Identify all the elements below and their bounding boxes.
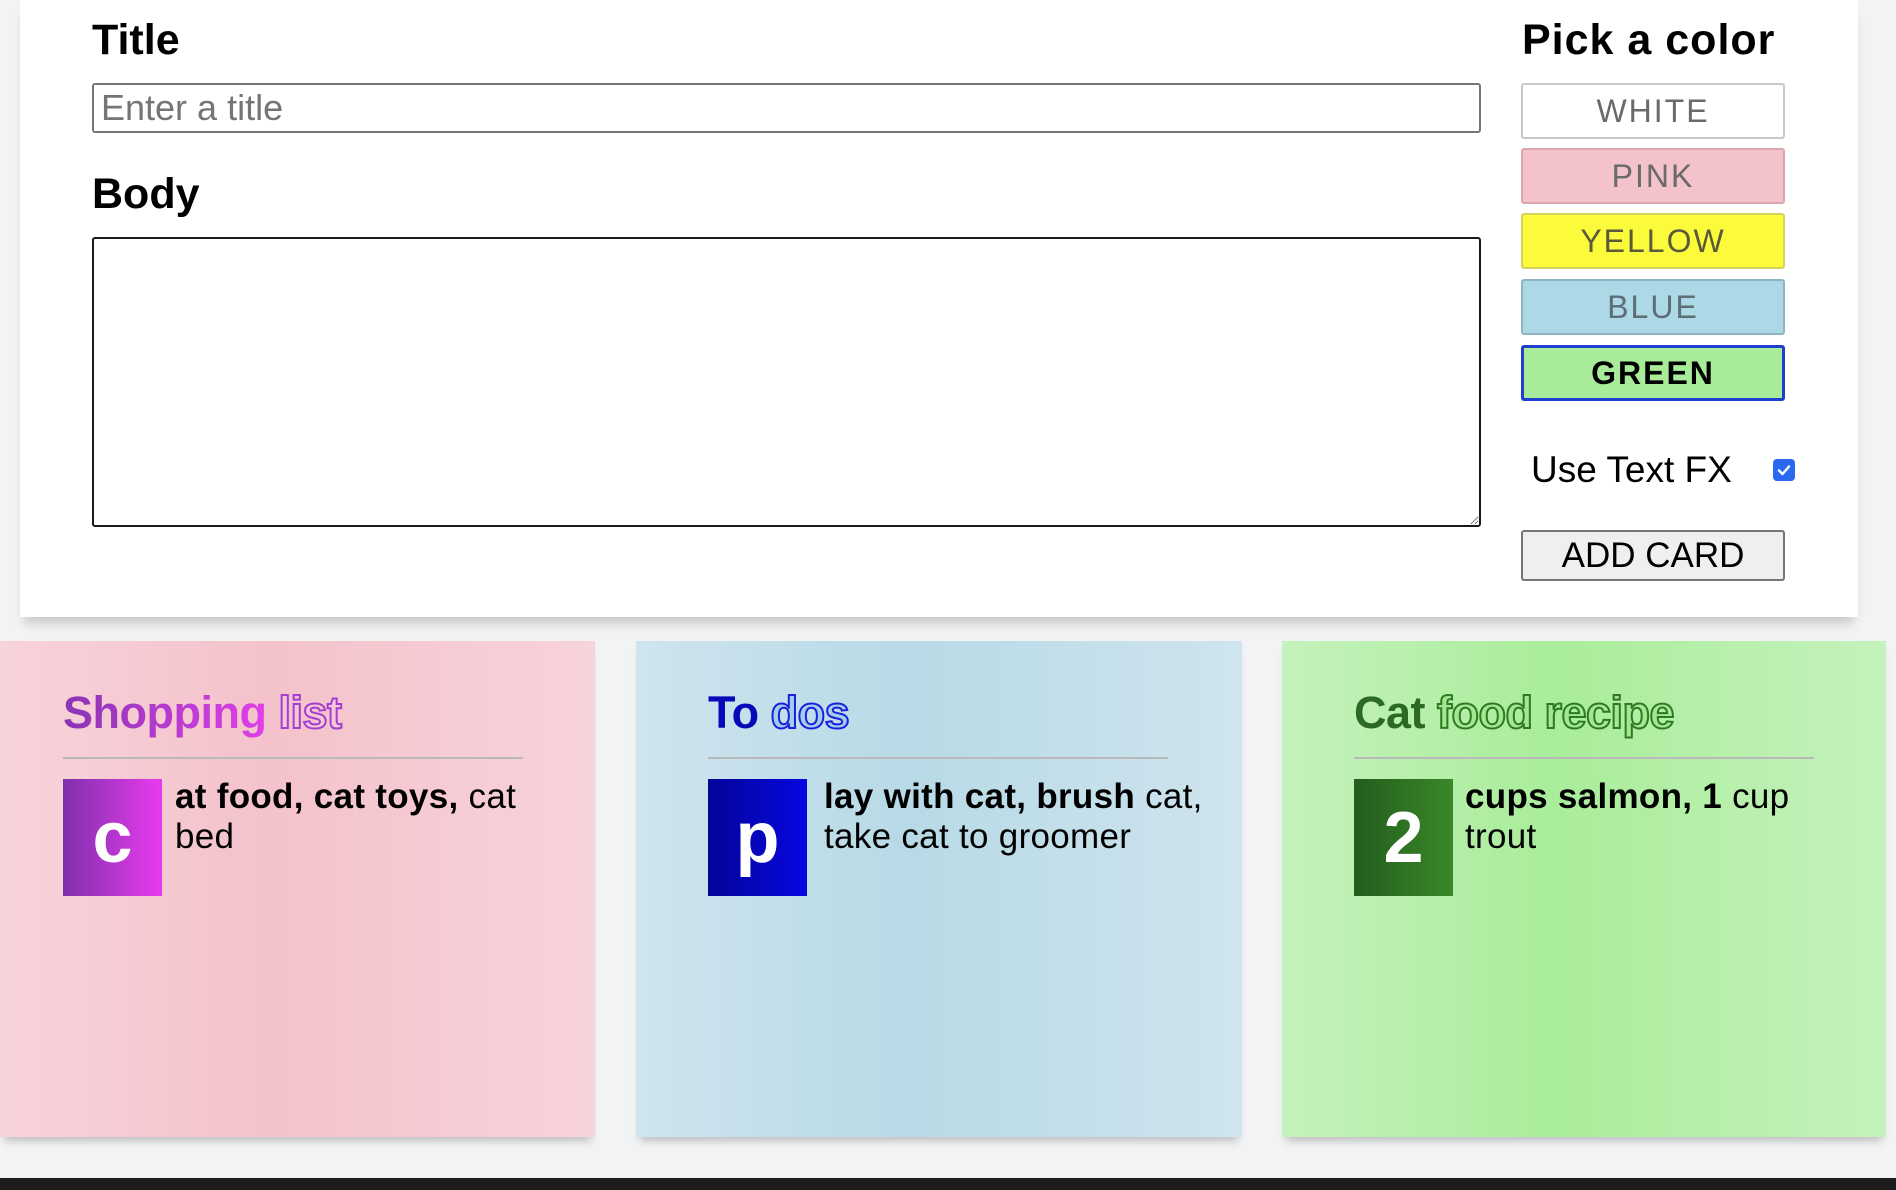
color-button-green[interactable]: GREEN xyxy=(1521,345,1785,401)
checkmark-icon xyxy=(1777,465,1791,476)
card-title: To dos xyxy=(708,686,851,739)
color-button-blue[interactable]: BLUE xyxy=(1521,279,1785,335)
color-button-white[interactable]: WHITE xyxy=(1521,83,1785,139)
card-title-word-2: list xyxy=(277,686,343,739)
card-title-word-2: dos xyxy=(770,686,851,739)
card-divider xyxy=(63,757,523,759)
card-dropcap: 2 xyxy=(1354,779,1453,896)
text-fx-checkbox[interactable] xyxy=(1773,459,1795,481)
bottom-edge-bar xyxy=(0,1178,1896,1190)
card-body: at food, cat toys, cat bed xyxy=(175,777,535,857)
card-body: cups salmon, 1 cup trout xyxy=(1465,777,1865,857)
text-fx-label: Use Text FX xyxy=(1531,449,1732,490)
pick-color-label: Pick a color xyxy=(1522,16,1776,64)
card-title-word-1: Cat xyxy=(1354,687,1426,738)
card-dropcap: c xyxy=(63,779,162,896)
card-body-bold: cups salmon, 1 xyxy=(1465,777,1723,816)
note-card-to-dos: To dos p lay with cat, brush cat, take c… xyxy=(636,641,1242,1137)
card-form-panel: Title Body Pick a color WHITE PINK YELLO… xyxy=(20,0,1858,617)
card-title-word-1: To xyxy=(708,687,759,738)
card-body-bold: lay with cat, brush xyxy=(824,777,1136,816)
body-textarea[interactable] xyxy=(92,237,1481,527)
card-divider xyxy=(1354,757,1814,759)
title-input[interactable] xyxy=(92,83,1481,133)
card-divider xyxy=(708,757,1168,759)
card-title-word-1: Shopping xyxy=(63,687,267,738)
note-card-cat-food-recipe: Cat food recipe 2 cups salmon, 1 cup tro… xyxy=(1282,641,1886,1137)
title-label: Title xyxy=(92,16,180,64)
card-dropcap: p xyxy=(708,779,807,896)
card-title: Cat food recipe xyxy=(1354,686,1676,739)
add-card-button[interactable]: ADD CARD xyxy=(1521,530,1785,581)
note-card-shopping-list: Shopping list c at food, cat toys, cat b… xyxy=(0,641,595,1137)
body-label: Body xyxy=(92,170,200,218)
card-title: Shopping list xyxy=(63,686,343,739)
card-body-bold: at food, cat toys, xyxy=(175,777,459,816)
text-fx-row: Use Text FX xyxy=(1531,446,1732,494)
color-button-pink[interactable]: PINK xyxy=(1521,148,1785,204)
color-button-yellow[interactable]: YELLOW xyxy=(1521,213,1785,269)
card-body: lay with cat, brush cat, take cat to gro… xyxy=(824,777,1214,857)
card-title-word-2: food recipe xyxy=(1436,686,1676,739)
